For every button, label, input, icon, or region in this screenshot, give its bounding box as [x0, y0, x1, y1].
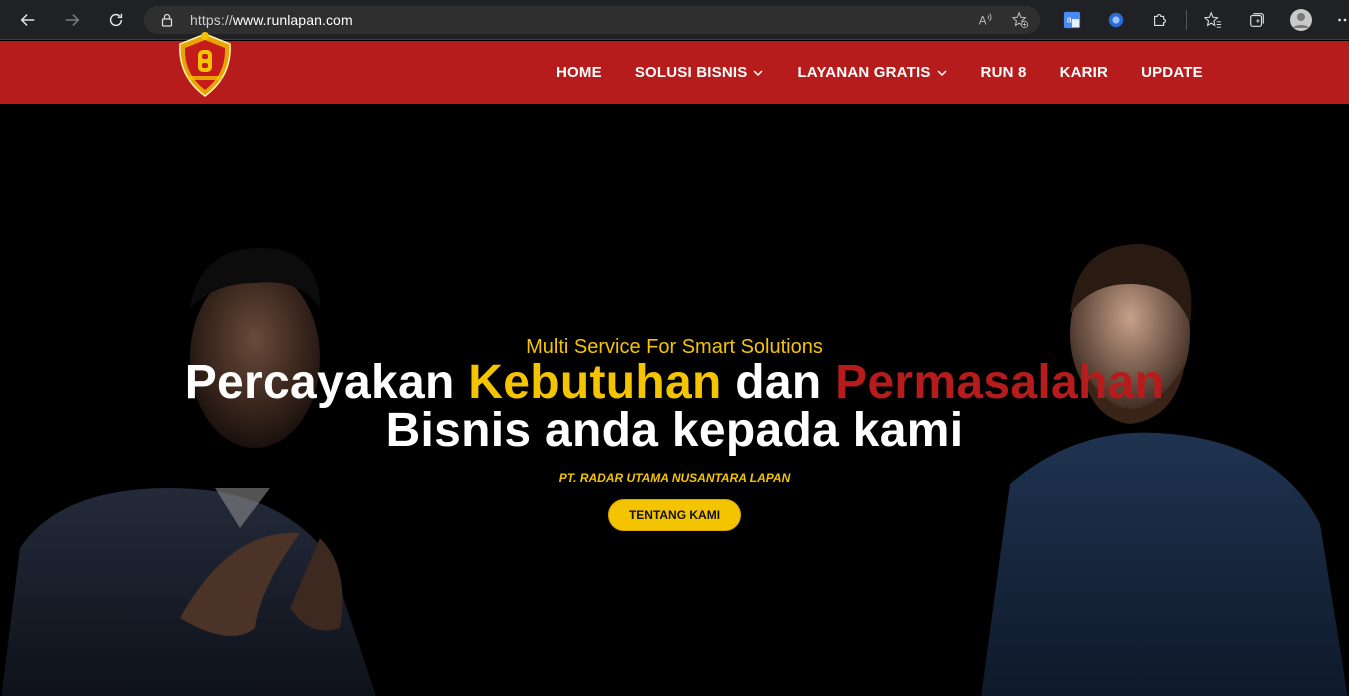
headline-line2: Bisnis anda kepada kami — [385, 404, 964, 457]
translate-extension-button[interactable]: a — [1050, 0, 1094, 40]
headline-yellow-word: Kebutuhan — [468, 356, 722, 409]
nav-home[interactable]: HOME — [556, 64, 602, 81]
hero-text: Multi Service For Smart Solutions Percay… — [0, 336, 1349, 531]
hero-section: Multi Service For Smart Solutions Percay… — [0, 104, 1349, 696]
toolbar-separator — [1186, 10, 1187, 30]
svg-text:a: a — [1067, 15, 1072, 25]
main-nav: HOME SOLUSI BISNIS LAYANAN GRATIS RUN 8 … — [556, 41, 1203, 104]
company-name: PT. RADAR UTAMA NUSANTARA LAPAN — [558, 471, 791, 485]
headline-red-word: Permasalahan — [835, 356, 1165, 409]
chevron-down-icon — [753, 69, 763, 76]
translate-icon: a — [1063, 11, 1081, 29]
nav-update[interactable]: UPDATE — [1141, 64, 1203, 81]
settings-menu-button[interactable] — [1323, 0, 1349, 40]
nav-karir[interactable]: KARIR — [1060, 64, 1109, 81]
url-prefix: https:// — [190, 12, 233, 28]
add-favorite-button[interactable] — [1010, 10, 1030, 30]
lock-icon — [161, 13, 173, 27]
chevron-down-icon — [937, 69, 947, 76]
nav-run-8[interactable]: RUN 8 — [981, 64, 1027, 81]
read-aloud-icon: A — [979, 13, 992, 28]
extensions-button[interactable] — [1138, 0, 1182, 40]
avatar-icon — [1290, 9, 1312, 31]
nav-solusi-bisnis[interactable]: SOLUSI BISNIS — [635, 64, 765, 81]
headline-part2: dan — [721, 356, 836, 409]
favorites-button[interactable] — [1191, 0, 1235, 40]
more-icon — [1338, 18, 1347, 22]
back-button[interactable] — [6, 0, 50, 40]
star-add-icon — [1011, 11, 1029, 29]
extension-button[interactable] — [1094, 0, 1138, 40]
nav-karir-label: KARIR — [1059, 64, 1109, 81]
nav-solusi-bisnis-label: SOLUSI BISNIS — [634, 64, 748, 81]
nav-layanan-gratis-label: LAYANAN GRATIS — [797, 64, 931, 81]
read-aloud-button[interactable]: A — [976, 10, 996, 30]
reload-button[interactable] — [94, 0, 138, 40]
tentang-kami-button[interactable]: TENTANG KAMI — [607, 499, 742, 531]
nav-home-label: HOME — [556, 64, 602, 81]
arrow-left-icon — [20, 13, 35, 26]
nav-run-8-label: RUN 8 — [980, 64, 1027, 81]
site-logo[interactable] — [174, 30, 236, 100]
svg-text:A: A — [979, 15, 987, 28]
extension-circle-icon — [1108, 12, 1124, 28]
profile-button[interactable] — [1279, 0, 1323, 40]
url-host: www.runlapan.com — [232, 12, 353, 28]
headline-part1: Percayakan — [184, 356, 469, 409]
nav-update-label: UPDATE — [1141, 64, 1203, 81]
reload-icon — [109, 13, 123, 26]
collections-icon — [1250, 13, 1264, 27]
address-bar[interactable]: https://www.runlapan.com A — [144, 6, 1040, 34]
puzzle-icon — [1154, 14, 1166, 26]
favorites-icon — [1204, 11, 1222, 28]
url-text: https://www.runlapan.com — [190, 12, 353, 28]
forward-button[interactable] — [50, 0, 94, 40]
nav-layanan-gratis[interactable]: LAYANAN GRATIS — [797, 64, 947, 81]
hero-headline: Percayakan Kebutuhan dan Permasalahan Bi… — [0, 359, 1349, 455]
arrow-right-icon — [65, 13, 80, 26]
collections-button[interactable] — [1235, 0, 1279, 40]
